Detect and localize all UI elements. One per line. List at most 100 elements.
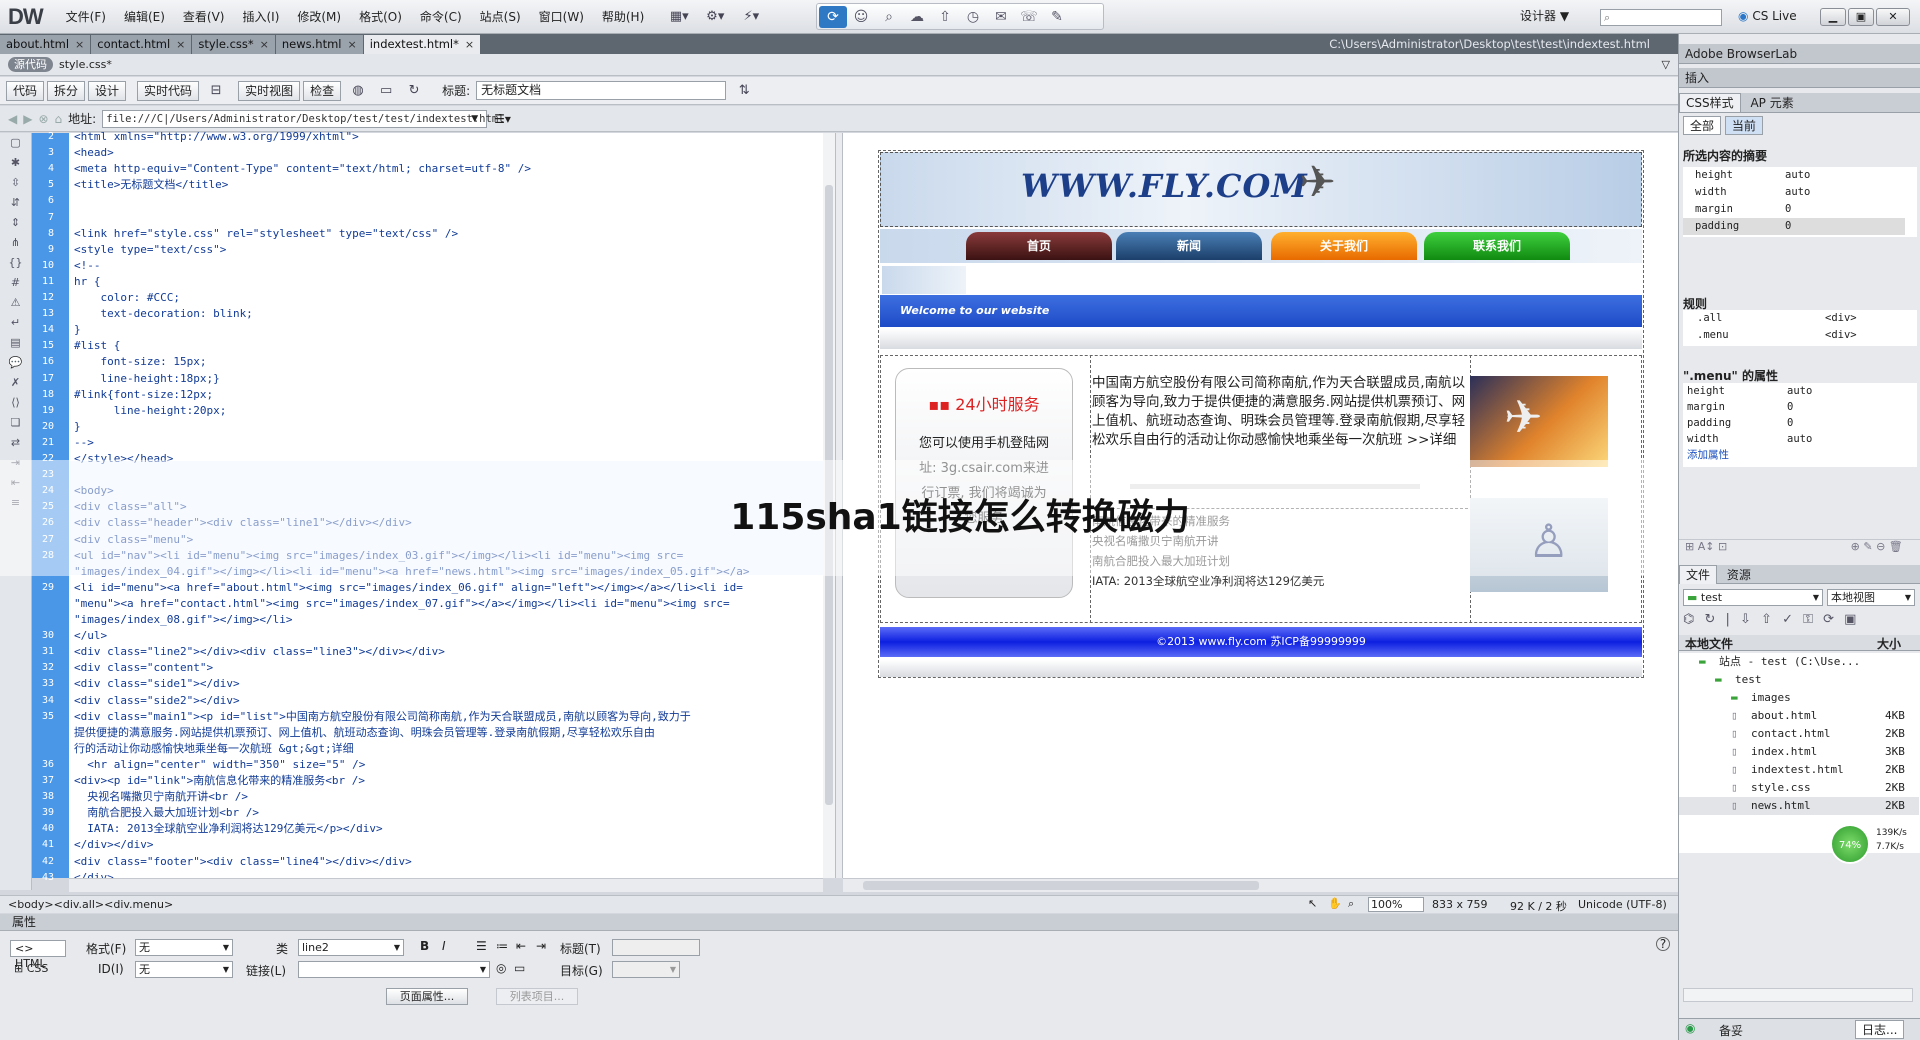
summary-value[interactable]: auto [1785,167,1810,184]
ordered-list-icon[interactable]: ≔ [496,939,508,953]
uncomment-icon[interactable]: ✗ [0,373,31,393]
chevron-down-icon[interactable]: ▼ [471,114,478,124]
code-line[interactable]: 央视名嘴撒贝宁南航开讲<br /> [74,789,819,805]
code-line[interactable]: <div class="content"> [74,660,819,676]
code-line[interactable]: color: #CCC; [74,290,819,306]
code-line[interactable]: <div class="line2"></div><div class="lin… [74,644,819,660]
code-line[interactable]: text-decoration: blink; [74,306,819,322]
site-select[interactable]: ▬ test ▼ [1683,589,1823,606]
close-icon[interactable]: × [75,35,84,54]
phone-icon[interactable]: ☏ [1015,6,1043,28]
code-line[interactable]: <link href="style.css" rel="stylesheet" … [74,226,819,242]
nav-home[interactable]: 首页 [966,232,1112,260]
log-button[interactable]: 日志... [1855,1020,1905,1039]
nav-news[interactable]: 新闻 [1116,232,1262,260]
rule-selector[interactable]: .menu [1697,327,1729,344]
menu-help[interactable]: 帮助(H) [593,0,653,34]
user-icon[interactable]: ☺ [847,6,875,28]
back-icon[interactable]: ◀ [8,112,17,126]
italic-button[interactable]: I [442,939,446,953]
code-line[interactable]: hr { [74,274,819,290]
code-line[interactable]: </div></div> [74,837,819,853]
home-icon[interactable]: ⌂ [55,112,63,126]
comment-icon[interactable]: 💬 [0,353,31,373]
file-tree-item[interactable]: ▯ about.html 4KB [1679,707,1919,725]
bold-button[interactable]: B [420,939,429,953]
code-line[interactable]: } [74,322,819,338]
forward-icon[interactable]: ▶ [23,112,32,126]
code-line[interactable]: <title>无标题文档</title> [74,177,819,193]
search-icon[interactable]: ⌕ [875,6,903,28]
code-line[interactable]: "menu"><a href="contact.html"><img src="… [74,596,819,612]
code-line[interactable]: <hr align="center" width="350" size="5" … [74,757,819,773]
target-select[interactable]: ▼ [612,961,680,978]
cloud-icon[interactable]: ☁ [903,6,931,28]
title-input[interactable]: 无标题文档 [476,81,727,100]
extend-icon[interactable]: ⚙▾ [703,6,727,28]
rule-selector[interactable]: .all [1697,310,1722,327]
code-line[interactable]: line-height:18px;} [74,371,819,387]
menu-site[interactable]: 站点(S) [471,0,530,34]
code-line[interactable]: IATA: 2013全球航空业净利润将达129亿美元</p></div> [74,821,819,837]
collapse-tag-icon[interactable]: ⇳ [0,173,31,193]
menu-view[interactable]: 查看(V) [174,0,234,34]
file-tree-item[interactable]: ▯ index.html 3KB [1679,743,1919,761]
nav-about[interactable]: 关于我们 [1271,232,1417,260]
code-line[interactable]: <html xmlns="http://www.w3.org/1999/xhtm… [74,129,819,145]
select-tool-icon[interactable]: ↖ [1308,897,1317,910]
show-code-navigator-icon[interactable]: ✱ [0,153,31,173]
inspect-button[interactable]: 检查 [303,80,342,101]
indent-icon[interactable]: ⇥ [536,939,546,953]
list-items-button[interactable]: 列表项目... [496,988,578,1005]
properties-header[interactable]: 属性 [0,914,1678,931]
inspect-icon[interactable]: ⊟ [204,80,228,102]
highlight-invalid-icon[interactable]: ⚠ [0,293,31,313]
share-icon[interactable]: ⇧ [931,6,959,28]
site-icon[interactable]: ⚡▾ [739,6,763,28]
mail-icon[interactable]: ✉ [987,6,1015,28]
code-view-button[interactable]: 代码 [6,80,45,101]
related-file-style[interactable]: style.css* [59,58,112,71]
layout-icon[interactable]: ▦▾ [667,6,691,28]
line-numbers-icon[interactable]: # [0,273,31,293]
code-horizontal-scrollbar[interactable] [69,878,823,892]
browserlab-icon[interactable]: ⟳ [819,5,847,28]
title-input[interactable] [612,939,700,956]
code-line[interactable]: <div class="footer"><div class="line4"><… [74,854,819,870]
refresh-icon[interactable]: ↻ [402,80,426,102]
code-line[interactable]: <div class="side2"></div> [74,693,819,709]
menu-file[interactable]: 文件(F) [57,0,115,34]
browse-folder-icon[interactable]: ▭ [514,961,525,975]
all-mode-button[interactable]: 全部 [1683,116,1722,135]
split-view-button[interactable]: 拆分 [47,80,86,101]
code-line[interactable]: 提供便捷的满意服务.网站提供机票预订、网上值机、航班动态查询、明珠会员管理等.登… [74,725,819,741]
summary-value[interactable]: auto [1785,184,1810,201]
unordered-list-icon[interactable]: ☰ [476,939,487,953]
view-select[interactable]: 本地视图 ▼ [1827,589,1915,606]
tab-about[interactable]: about.html × [0,35,91,54]
file-tree-item[interactable]: ▬ 站点 - test (C:\Use... [1679,653,1919,671]
stop-icon[interactable]: ⊗ [38,112,48,126]
wrap-tag-icon[interactable]: ⟨⟩ [0,393,31,413]
recent-snippets-icon[interactable]: ❏ [0,413,31,433]
prop-value[interactable]: auto [1787,383,1812,400]
code-line[interactable]: <style type="text/css"> [74,242,819,258]
tab-style[interactable]: style.css* × [192,35,275,54]
menu-commands[interactable]: 命令(C) [411,0,471,34]
size-header[interactable]: 大小 [1877,635,1901,652]
menu-window[interactable]: 窗口(W) [530,0,593,34]
tab-files[interactable]: 文件 [1679,565,1718,584]
code-line[interactable]: #list { [74,338,819,354]
code-line[interactable]: 南航合肥投入最大加班计划<br /> [74,805,819,821]
clock-icon[interactable]: ◷ [959,6,987,28]
tab-assets[interactable]: 资源 [1721,566,1757,584]
code-line[interactable]: <!-- [74,258,819,274]
code-line[interactable]: font-size: 15px; [74,354,819,370]
file-tree-item[interactable]: ▯ contact.html 2KB [1679,725,1919,743]
move-css-icon[interactable]: ⇄ [0,433,31,453]
nav-contact[interactable]: 联系我们 [1424,232,1570,260]
prop-value[interactable]: auto [1787,431,1812,448]
design-view-button[interactable]: 设计 [88,80,127,101]
scroll-thumb[interactable] [863,881,1259,890]
css-mode-button[interactable]: ⊞ CSS [14,962,48,975]
